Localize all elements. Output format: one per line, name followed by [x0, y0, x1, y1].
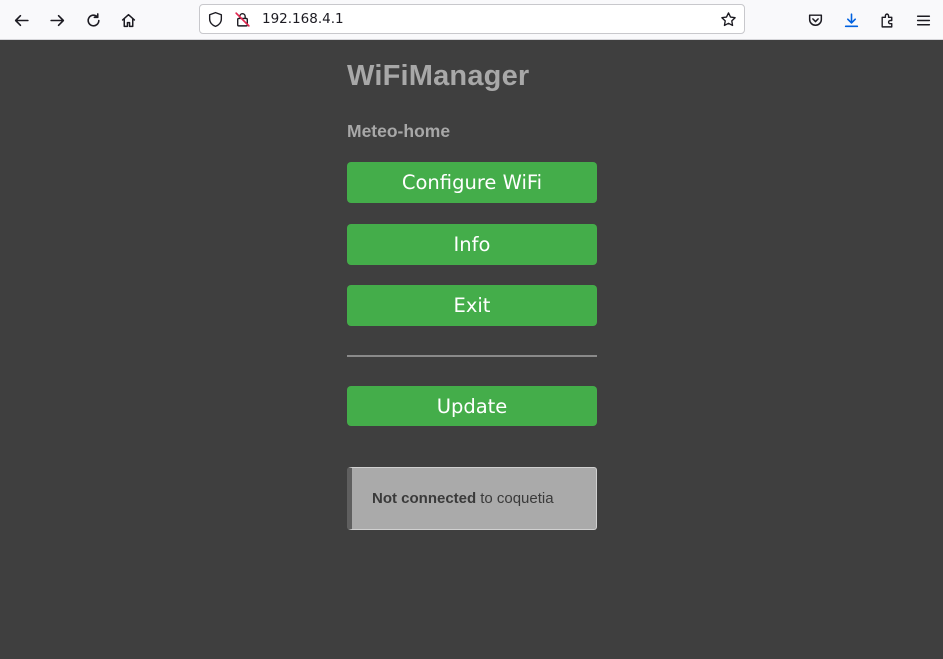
puzzle-piece-icon [880, 13, 892, 28]
reload-button[interactable] [78, 5, 108, 35]
url-text[interactable]: 192.168.4.1 [262, 11, 344, 27]
extensions-button[interactable] [872, 5, 902, 35]
forward-button[interactable] [42, 5, 72, 35]
hamburger-menu-icon [916, 15, 930, 25]
browser-toolbar: 192.168.4.1 [0, 0, 943, 40]
configure-wifi-button[interactable]: Configure WiFi [347, 162, 597, 203]
status-bold-text: Not connected [372, 490, 477, 507]
menu-button[interactable] [908, 5, 938, 35]
connection-status-message: Not connected to coquetia [347, 467, 597, 530]
home-button[interactable] [113, 5, 143, 35]
reload-icon [86, 12, 100, 27]
insecure-lock-icon[interactable] [234, 11, 251, 28]
url-bar[interactable]: 192.168.4.1 [199, 4, 745, 34]
status-rest-text: to coquetia [480, 490, 554, 507]
arrow-right-icon [49, 14, 64, 26]
downloads-button[interactable] [836, 5, 866, 35]
home-icon [121, 13, 135, 27]
pocket-icon [808, 13, 822, 26]
exit-button[interactable]: Exit [347, 285, 597, 326]
update-button[interactable]: Update [347, 386, 597, 426]
shield-icon[interactable] [207, 11, 224, 28]
download-icon [844, 12, 858, 27]
page-title: WiFiManager [347, 60, 530, 92]
info-button[interactable]: Info [347, 224, 597, 265]
back-button[interactable] [6, 5, 36, 35]
pocket-button[interactable] [800, 5, 830, 35]
divider [347, 355, 597, 357]
bookmark-star-icon[interactable] [720, 11, 737, 28]
device-name: Meteo-home [347, 121, 451, 141]
arrow-left-icon [14, 14, 29, 26]
